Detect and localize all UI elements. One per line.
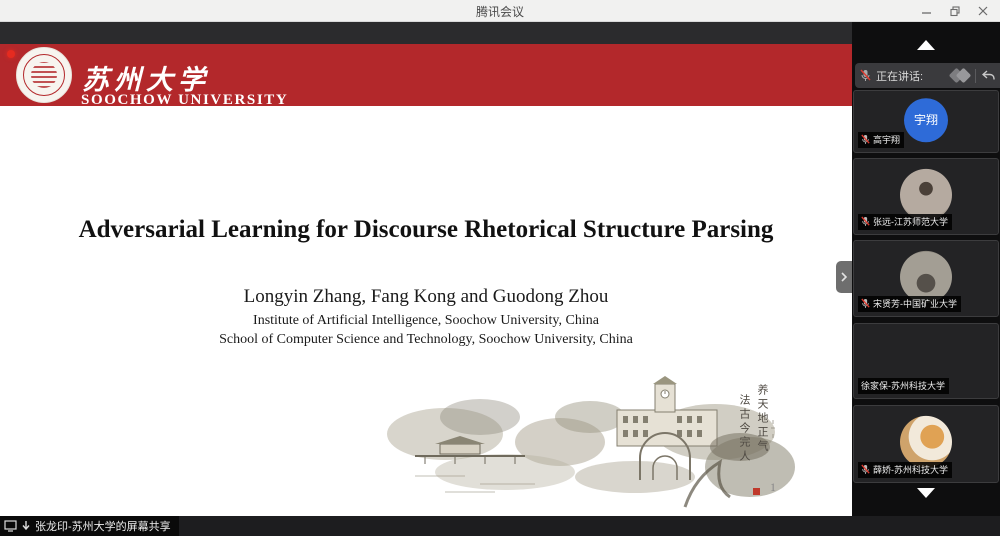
- slide-title: Adversarial Learning for Discourse Rheto…: [0, 216, 852, 244]
- mic-muted-icon: [861, 298, 870, 309]
- screen-icon: [4, 520, 17, 532]
- participant-name-chip: 徐家保-苏州科技大学: [858, 378, 949, 394]
- university-name-en: SOOCHOW UNIVERSITY: [81, 92, 288, 109]
- window-titlebar: 腾讯会议: [0, 0, 1000, 22]
- participant-tile[interactable]: 宋贤芳-中国矿业大学: [853, 240, 999, 317]
- speaker-avatars-stack-icon: [951, 70, 969, 81]
- participant-tile[interactable]: 宇翔 高宇翔: [853, 90, 999, 153]
- return-arrow-icon[interactable]: [982, 70, 995, 81]
- avatar: [901, 334, 951, 384]
- window-title: 腾讯会议: [0, 3, 1000, 20]
- screen-share-label: 张龙印-苏州大学的屏幕共享: [35, 518, 171, 534]
- close-button[interactable]: [972, 2, 994, 20]
- mic-muted-icon: [861, 464, 870, 475]
- participant-name-chip: 宋贤芳-中国矿业大学: [858, 296, 961, 312]
- campus-ink-painting: 养天地正气 法古今完人: [385, 372, 800, 508]
- avatar: [900, 416, 952, 468]
- avatar: [900, 250, 952, 302]
- participant-name: 薛娇-苏州科技大学: [873, 463, 948, 476]
- slide-affiliation-2: School of Computer Science and Technolog…: [0, 332, 852, 348]
- shared-screen-view: 苏州大学 SOOCHOW UNIVERSITY Adversarial Lear…: [0, 22, 852, 516]
- motto-column-1: 养天地正气: [754, 384, 770, 454]
- bottom-status-bar: 张龙印-苏州大学的屏幕共享: [0, 516, 1000, 536]
- slide-affiliation-1: Institute of Artificial Intelligence, So…: [0, 313, 852, 329]
- participant-name: 徐家保-苏州科技大学: [861, 379, 945, 392]
- participants-sidebar: 正在讲话: 宇翔 高宇翔: [852, 22, 1000, 516]
- mic-muted-icon: [860, 69, 871, 82]
- slide-page-number: 1: [770, 480, 776, 495]
- speaking-label: 正在讲话:: [876, 68, 923, 84]
- recording-dot-icon: [7, 50, 15, 58]
- participant-tile[interactable]: 薛娇-苏州科技大学: [853, 405, 999, 483]
- participant-name-chip: 薛娇-苏州科技大学: [858, 462, 952, 478]
- avatar: 宇翔: [904, 98, 948, 142]
- window-controls: [916, 0, 994, 22]
- minimize-button[interactable]: [916, 2, 938, 20]
- participant-tile[interactable]: 张远-江苏师范大学: [853, 158, 999, 235]
- university-seal-icon: [16, 47, 72, 103]
- participant-name-chip: 高宇翔: [858, 132, 904, 148]
- mic-muted-icon: [861, 134, 870, 145]
- restore-button[interactable]: [944, 2, 966, 20]
- scroll-up-arrow-icon[interactable]: [917, 40, 935, 50]
- share-top-strip: [0, 22, 852, 44]
- sidebar-collapse-handle[interactable]: [836, 261, 852, 293]
- scroll-down-arrow-icon[interactable]: [917, 488, 935, 498]
- participant-name: 宋贤芳-中国矿业大学: [873, 297, 957, 310]
- tencent-meeting-window: 腾讯会议 苏州大学 SOOCHOW: [0, 0, 1000, 536]
- download-arrow-icon: [21, 520, 31, 532]
- avatar: [900, 168, 952, 220]
- speaking-indicator-bar: 正在讲话:: [855, 63, 1000, 88]
- screen-share-chip: 张龙印-苏州大学的屏幕共享: [0, 516, 179, 536]
- red-seal-stamp: [753, 488, 760, 495]
- participant-name-chip: 张远-江苏师范大学: [858, 214, 952, 230]
- participant-tile[interactable]: 徐家保-苏州科技大学: [853, 323, 999, 399]
- mic-muted-icon: [861, 216, 870, 227]
- participant-name: 张远-江苏师范大学: [873, 215, 948, 228]
- university-banner: 苏州大学 SOOCHOW UNIVERSITY: [0, 44, 852, 106]
- motto-column-2: 法古今完人: [736, 394, 752, 464]
- participant-name: 高宇翔: [873, 133, 900, 146]
- slide-authors: Longyin Zhang, Fang Kong and Guodong Zho…: [0, 286, 852, 308]
